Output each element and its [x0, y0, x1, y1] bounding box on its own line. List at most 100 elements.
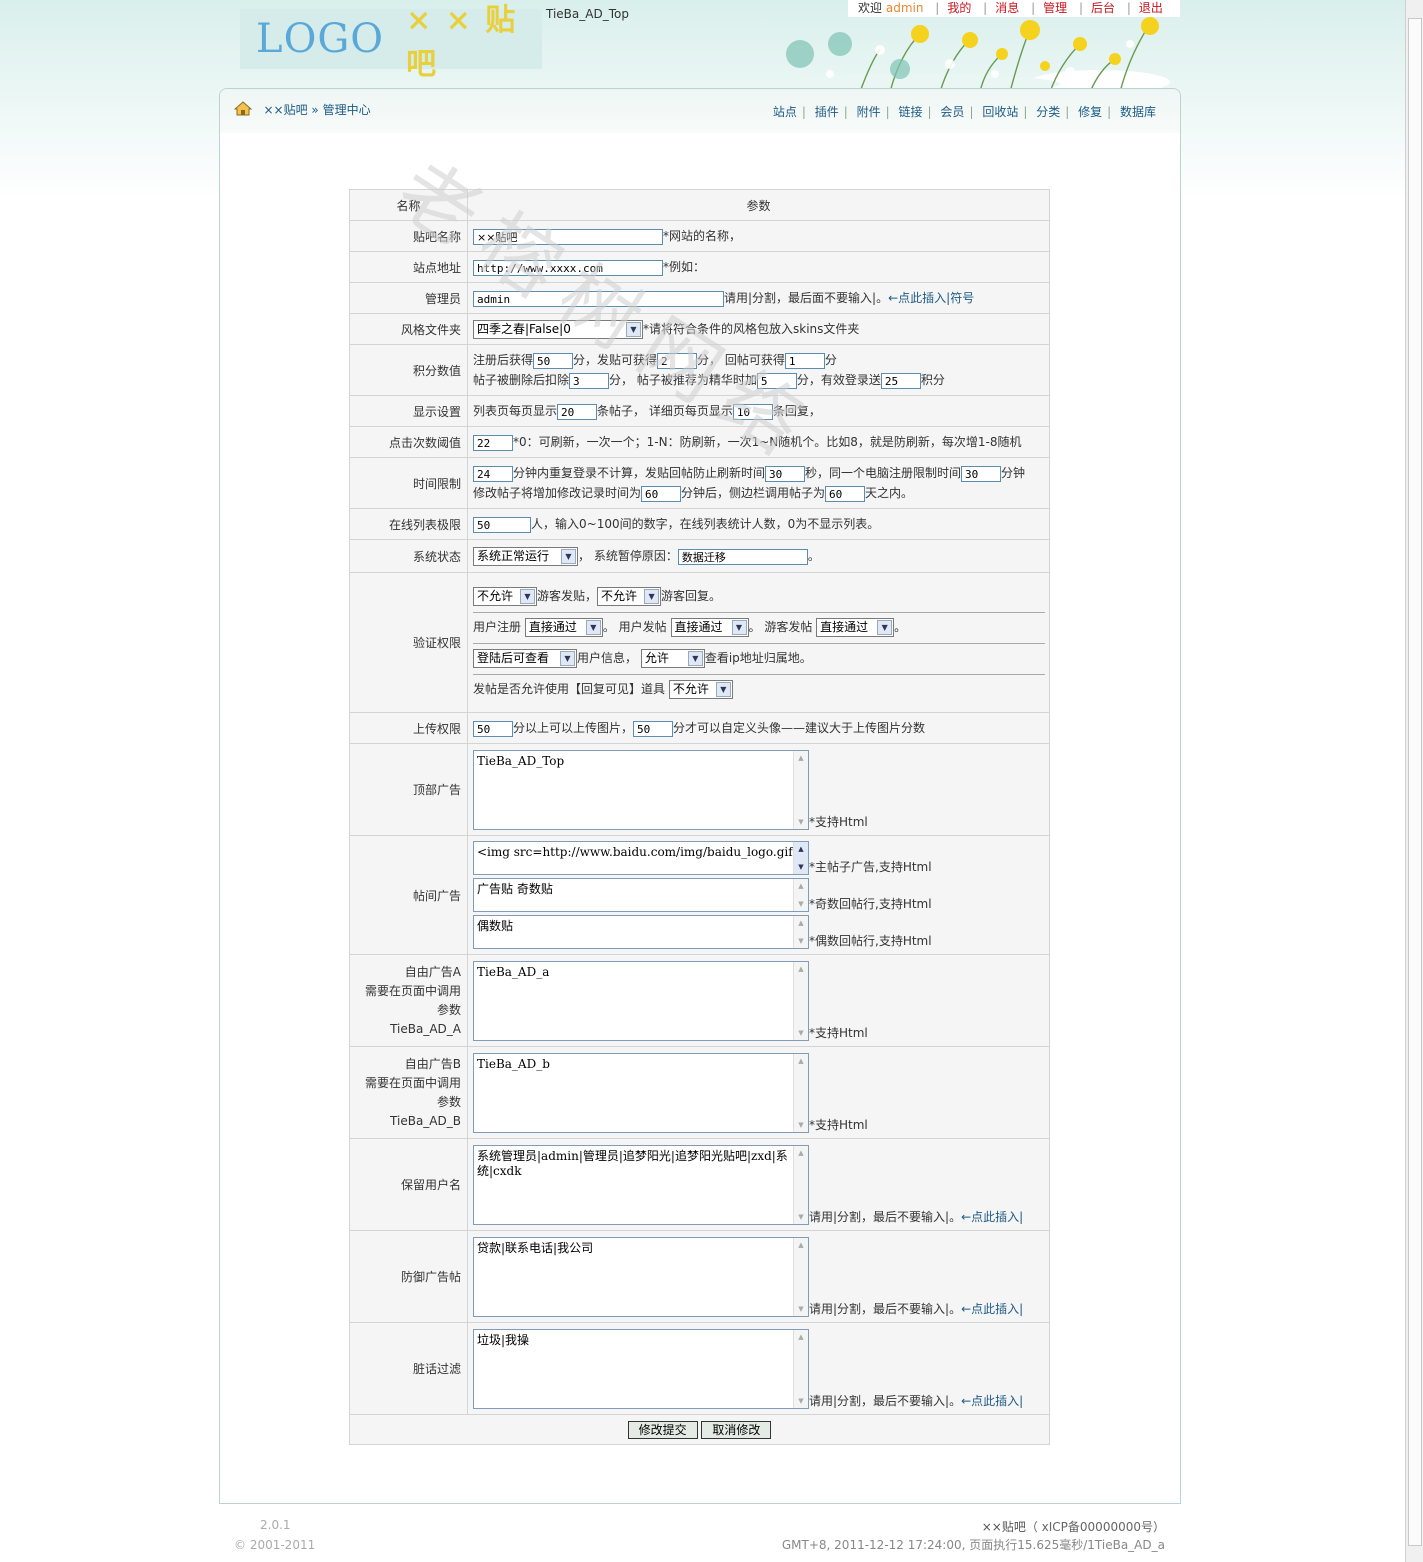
register-points-input[interactable]: 50 [533, 352, 574, 369]
free-ad-a-textarea[interactable]: TieBa_AD_a [477, 965, 549, 979]
manage-link[interactable]: 管理 [1043, 1, 1067, 15]
pause-reason-input[interactable]: 数据迁移 [677, 548, 808, 565]
top-ad-hint: *支持Html [809, 814, 868, 829]
upload-avatar-points-input[interactable]: 50 [633, 720, 674, 737]
nav-links[interactable]: 链接 [899, 105, 923, 119]
upload-image-points-input[interactable]: 50 [473, 720, 513, 737]
post-points-input[interactable]: 2 [657, 352, 698, 369]
main-post-ad-textarea[interactable]: <img src=http://www.baidu.com/img/baidu_… [477, 845, 793, 859]
messages-link[interactable]: 消息 [995, 1, 1019, 15]
backend-link[interactable]: 后台 [1091, 1, 1115, 15]
cancel-button[interactable]: 取消修改 [701, 1420, 772, 1439]
word-filter-textarea[interactable]: 垃圾|我操 [477, 1333, 529, 1347]
chevron-down-icon[interactable]: ▼ [520, 589, 535, 604]
table-row: 积分数值 注册后获得 50 分，发贴可获得 2 分， 回帖可获得 1 分 帖子被删除后扣除 3… [349, 344, 1050, 396]
chevron-down-icon[interactable]: ▼ [626, 321, 641, 337]
my-link[interactable]: 我的 [947, 1, 971, 15]
nav-attachments[interactable]: 附件 [857, 105, 881, 119]
site-logo[interactable]: LOGO × × 贴吧 [240, 3, 542, 82]
chevron-down-icon[interactable]: ▼ [585, 620, 601, 635]
sidebar-days-input[interactable]: 60 [825, 485, 866, 502]
copyright-text: © 2001-2011 [234, 1538, 316, 1552]
points-label: 积分数值 [349, 344, 468, 396]
chevron-down-icon[interactable]: ▼ [877, 620, 893, 635]
delete-penalty-input[interactable]: 3 [569, 372, 610, 389]
forum-name-hint: *网站的名称， [663, 229, 742, 244]
user-post-verify-select[interactable]: 直接通过 [675, 620, 723, 634]
logout-link[interactable]: 退出 [1139, 1, 1163, 15]
user-info-select[interactable]: 登陆后可查看 [477, 651, 549, 665]
footer-site-link[interactable]: ××贴吧 [982, 1520, 1026, 1534]
list-per-page-input[interactable]: 20 [557, 403, 598, 420]
reserved-names-textarea[interactable]: 系统管理员|admin|管理员|追梦阳光|追梦阳光贴吧|zxd|系统|cxdk [477, 1149, 788, 1178]
admin-input[interactable]: admin [473, 290, 724, 307]
chevron-down-icon[interactable]: ▼ [687, 651, 703, 666]
verify-label: 验证权限 [349, 572, 468, 713]
scrollbar[interactable]: ▲ ▼ [793, 1329, 808, 1408]
nav-site[interactable]: 站点 [773, 105, 797, 119]
page-scrollbar[interactable] [1405, 0, 1423, 1562]
chevron-down-icon[interactable]: ▼ [561, 549, 576, 564]
free-ad-b-textarea[interactable]: TieBa_AD_b [477, 1057, 550, 1071]
status-select[interactable]: 系统正常运行 [477, 549, 549, 563]
nav-categories[interactable]: 分类 [1036, 105, 1060, 119]
icp-text[interactable]: （ xICP备00000000号） [1026, 1520, 1165, 1534]
guest-reply-select[interactable]: 不允许 [601, 589, 637, 603]
scrollbar[interactable]: ▲ ▼ [793, 916, 808, 948]
home-icon[interactable] [233, 101, 253, 116]
online-label: 在线列表极限 [349, 508, 468, 540]
nav-members[interactable]: 会员 [940, 105, 964, 119]
reserved-insert-link[interactable]: ←点此插入| [961, 1210, 1023, 1224]
clicks-input[interactable]: 22 [473, 434, 513, 451]
top-ad-textarea[interactable]: TieBa_AD_Top [477, 754, 564, 768]
guest-post-select[interactable]: 不允许 [477, 589, 513, 603]
table-row: 在线列表极限 50 人，输入0~100间的数字，在线列表统计人数，0为不显示列表。 [349, 508, 1050, 540]
table-row: 点击次数阈值 22 *0：可刷新，一次一个；1-N：防刷新，一次1~N随机个。比如… [349, 426, 1050, 458]
reply-visible-select[interactable]: 不允许 [673, 682, 709, 696]
essence-points-input[interactable]: 5 [756, 372, 797, 389]
reply-points-input[interactable]: 1 [784, 352, 825, 369]
word-filter-insert-link[interactable]: ←点此插入| [961, 1394, 1023, 1408]
nav-recycle-bin[interactable]: 回收站 [982, 105, 1018, 119]
scrollbar[interactable]: ▲ ▼ [793, 879, 808, 911]
table-row: 时间限制 24 分钟内重复登录不计算，发贴回帖防止刷新时间 30 秒，同一个电脑注册限… [349, 457, 1050, 509]
admin-insert-link[interactable]: ←点此插入|符号 [888, 291, 974, 305]
nav-database[interactable]: 数据库 [1120, 105, 1156, 119]
chevron-down-icon[interactable]: ▼ [560, 651, 575, 666]
breadcrumb-home-link[interactable]: ××贴吧 [263, 103, 307, 117]
username-link[interactable]: admin [886, 1, 924, 15]
scrollbar[interactable]: ▲ ▼ [793, 842, 808, 874]
display-label: 显示设置 [349, 395, 468, 427]
breadcrumb-admin-center[interactable]: » 管理中心 [311, 103, 370, 117]
forum-name-input[interactable]: ××贴吧 [473, 228, 663, 245]
guest-post-verify-select[interactable]: 直接通过 [820, 620, 868, 634]
scrollbar[interactable]: ▲ ▼ [793, 961, 808, 1040]
odd-reply-ad-textarea[interactable]: 广告贴 奇数贴 [477, 882, 553, 896]
nav-repair[interactable]: 修复 [1078, 105, 1102, 119]
register-verify-select[interactable]: 直接通过 [529, 620, 577, 634]
relogin-minutes-input[interactable]: 24 [473, 465, 513, 482]
chevron-down-icon[interactable]: ▼ [644, 589, 660, 604]
ip-lookup-select[interactable]: 允许 [645, 651, 669, 665]
table-row: 系统状态 系统正常运行 ▼， 系统暂停原因： 数据迁移。 [349, 539, 1050, 573]
refresh-seconds-input[interactable]: 30 [765, 465, 806, 482]
anti-ad-textarea[interactable]: 贷款|联系电话|我公司 [477, 1241, 593, 1255]
edit-record-input[interactable]: 60 [641, 485, 682, 502]
skin-select[interactable]: 四季之春|False|0 [477, 322, 571, 336]
submit-button[interactable]: 修改提交 [627, 1420, 698, 1439]
scrollbar[interactable]: ▲ ▼ [793, 1053, 808, 1132]
register-limit-input[interactable]: 30 [961, 465, 1002, 482]
anti-ad-insert-link[interactable]: ←点此插入| [961, 1302, 1023, 1316]
scrollbar[interactable]: ▲ ▼ [793, 1145, 808, 1224]
chevron-down-icon[interactable]: ▼ [715, 682, 731, 697]
login-points-input[interactable]: 25 [880, 372, 921, 389]
even-reply-ad-textarea[interactable]: 偶数贴 [477, 919, 513, 933]
scrollbar[interactable]: ▲ ▼ [793, 1237, 808, 1316]
detail-per-page-input[interactable]: 10 [732, 403, 773, 420]
nav-plugins[interactable]: 插件 [815, 105, 839, 119]
site-url-input[interactable]: http://www.xxxx.com [473, 259, 663, 276]
version-text: 2.0.1 [260, 1518, 291, 1532]
scrollbar[interactable]: ▲ ▼ [793, 750, 808, 829]
online-limit-input[interactable]: 50 [473, 516, 531, 533]
chevron-down-icon[interactable]: ▼ [731, 620, 747, 635]
